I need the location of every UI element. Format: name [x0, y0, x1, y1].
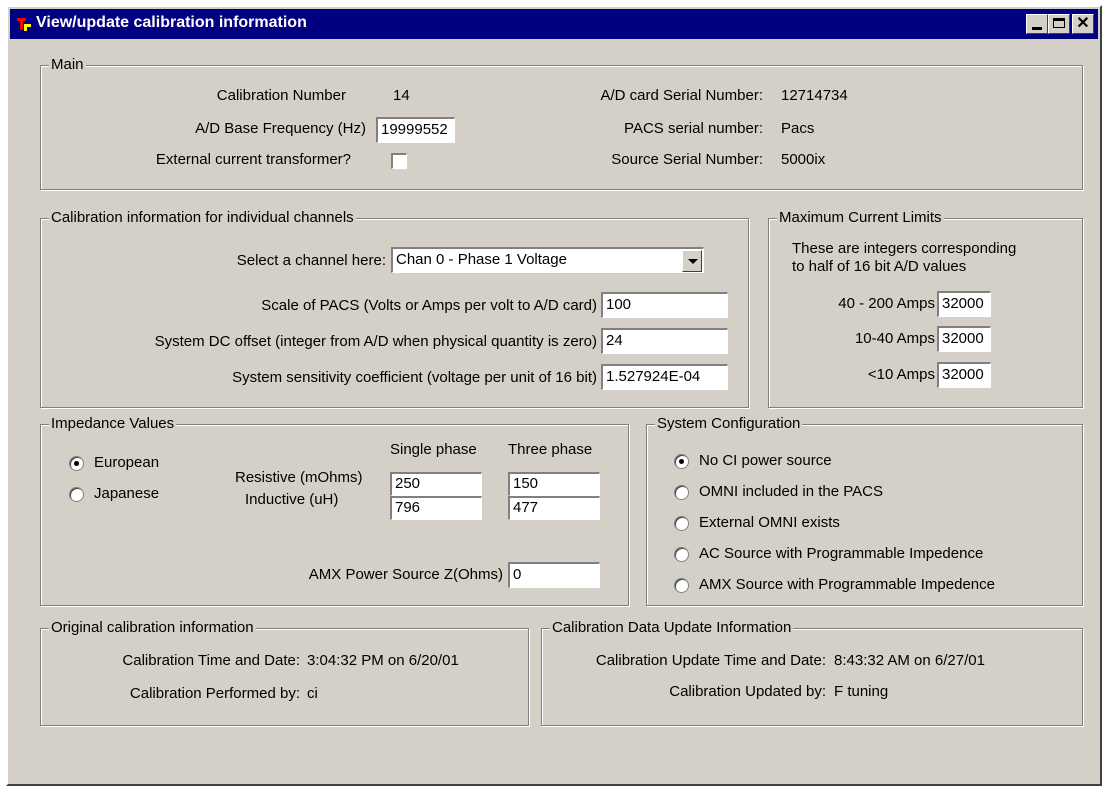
- resistive-label: Resistive (mOhms): [235, 469, 363, 486]
- window-title: View/update calibration information: [36, 14, 307, 31]
- impedance-legend: Impedance Values: [49, 415, 177, 432]
- maximize-button[interactable]: [1048, 14, 1070, 34]
- calibration-time-value: 3:04:32 PM on 6/20/01: [307, 652, 459, 669]
- limits-description-line2: to half of 16 bit A/D values: [792, 258, 967, 275]
- amx-power-source-label: AMX Power Source Z(Ohms): [308, 566, 503, 583]
- limit-label-10-40: 10-40 Amps: [854, 330, 935, 347]
- dc-offset-label: System DC offset (integer from A/D when …: [154, 333, 597, 350]
- updated-by-label: Calibration Updated by:: [669, 683, 826, 700]
- limit-label-under-10: <10 Amps: [867, 366, 935, 383]
- channel-select-value: Chan 0 - Phase 1 Voltage: [396, 251, 567, 268]
- update-time-label: Calibration Update Time and Date:: [595, 652, 826, 669]
- radio-external-omni[interactable]: [674, 516, 689, 531]
- sensitivity-input[interactable]: 1.527924E-04: [601, 364, 728, 390]
- resistive-three-input[interactable]: 150: [508, 472, 600, 496]
- calibration-performed-by-label: Calibration Performed by:: [129, 685, 300, 702]
- chevron-down-icon[interactable]: [682, 250, 702, 272]
- option-amx-source[interactable]: AMX Source with Programmable Impedence: [699, 576, 995, 593]
- limits-description-line1: These are integers corresponding: [792, 240, 1017, 257]
- close-button[interactable]: ✕: [1072, 14, 1094, 34]
- scale-label: Scale of PACS (Volts or Amps per volt to…: [261, 297, 597, 314]
- option-external-omni[interactable]: External OMNI exists: [699, 514, 840, 531]
- scale-input[interactable]: 100: [601, 292, 728, 318]
- three-phase-header: Three phase: [508, 441, 593, 458]
- radio-omni-included[interactable]: [674, 485, 689, 500]
- ad-serial-label: A/D card Serial Number:: [600, 87, 763, 104]
- channel-select-label: Select a channel here:: [236, 252, 386, 269]
- radio-european-label[interactable]: European: [94, 454, 159, 471]
- ad-serial-value: 12714734: [781, 87, 848, 104]
- close-icon: ✕: [1076, 15, 1090, 32]
- update-information-legend: Calibration Data Update Information: [550, 619, 794, 636]
- minimize-icon: [1032, 27, 1042, 30]
- sensitivity-label: System sensitivity coefficient (voltage …: [232, 369, 597, 386]
- current-limits-legend: Maximum Current Limits: [777, 209, 944, 226]
- dc-offset-input[interactable]: 24: [601, 328, 728, 354]
- calibration-window: View/update calibration information ✕ Ma…: [6, 5, 1102, 786]
- pacs-serial-label: PACS serial number:: [624, 120, 763, 137]
- main-legend: Main: [49, 56, 86, 73]
- source-serial-value: 5000ix: [781, 151, 826, 168]
- channel-select[interactable]: Chan 0 - Phase 1 Voltage: [391, 247, 704, 273]
- limit-input-40-200[interactable]: 32000: [937, 291, 991, 317]
- inductive-label: Inductive (uH): [245, 491, 339, 508]
- inductive-three-input[interactable]: 477: [508, 496, 600, 520]
- radio-amx-source[interactable]: [674, 578, 689, 593]
- app-icon: [17, 18, 31, 31]
- impedance-group: Impedance Values European Japanese Singl…: [40, 415, 629, 606]
- channels-legend: Calibration information for individual c…: [49, 209, 356, 226]
- radio-japanese-label: Japanese: [94, 485, 160, 502]
- main-group: Main Calibration Number 14 A/D Base Freq…: [40, 56, 1083, 190]
- system-config-group: System Configuration No CI power source …: [646, 415, 1083, 606]
- calibration-number-value: 14: [393, 87, 410, 104]
- limit-input-under-10[interactable]: 32000: [937, 362, 991, 388]
- limit-label-40-200: 40 - 200 Amps: [838, 295, 935, 312]
- title-bar[interactable]: View/update calibration information ✕: [10, 9, 1098, 39]
- ad-base-frequency-input[interactable]: 19999552: [376, 117, 455, 143]
- update-information-group: Calibration Data Update Information Cali…: [541, 619, 1083, 726]
- maximize-icon: [1053, 18, 1065, 28]
- option-no-ci-power-source[interactable]: No CI power source: [699, 452, 832, 469]
- amx-power-source-input[interactable]: 0: [508, 562, 600, 588]
- external-ct-label: External current transformer?: [155, 151, 351, 168]
- external-ct-checkbox[interactable]: [391, 153, 407, 169]
- current-limits-group: Maximum Current Limits These are integer…: [768, 209, 1083, 408]
- radio-japanese[interactable]: [69, 487, 84, 502]
- minimize-button[interactable]: [1026, 14, 1048, 34]
- updated-by-value: F tuning: [834, 683, 889, 700]
- pacs-serial-value: Pacs: [781, 120, 815, 137]
- update-time-value: 8:43:32 AM on 6/27/01: [834, 652, 985, 669]
- inductive-single-input[interactable]: 796: [390, 496, 482, 520]
- radio-no-ci-power-source[interactable]: [674, 454, 689, 469]
- radio-european[interactable]: [69, 456, 84, 471]
- calibration-number-label: Calibration Number: [216, 87, 346, 104]
- resistive-single-input[interactable]: 250: [390, 472, 482, 496]
- option-omni-included[interactable]: OMNI included in the PACS: [699, 483, 883, 500]
- original-calibration-group: Original calibration information Calibra…: [40, 619, 529, 726]
- system-config-legend: System Configuration: [655, 415, 803, 432]
- channels-group: Calibration information for individual c…: [40, 209, 749, 408]
- radio-ac-source[interactable]: [674, 547, 689, 562]
- calibration-time-label: Calibration Time and Date:: [122, 652, 300, 669]
- option-ac-source[interactable]: AC Source with Programmable Impedence: [699, 545, 983, 562]
- limit-input-10-40[interactable]: 32000: [937, 326, 991, 352]
- original-calibration-legend: Original calibration information: [49, 619, 256, 636]
- source-serial-label: Source Serial Number:: [611, 151, 763, 168]
- single-phase-header: Single phase: [390, 441, 477, 458]
- calibration-performed-by-value: ci: [307, 685, 318, 702]
- ad-base-frequency-label: A/D Base Frequency (Hz): [195, 120, 366, 137]
